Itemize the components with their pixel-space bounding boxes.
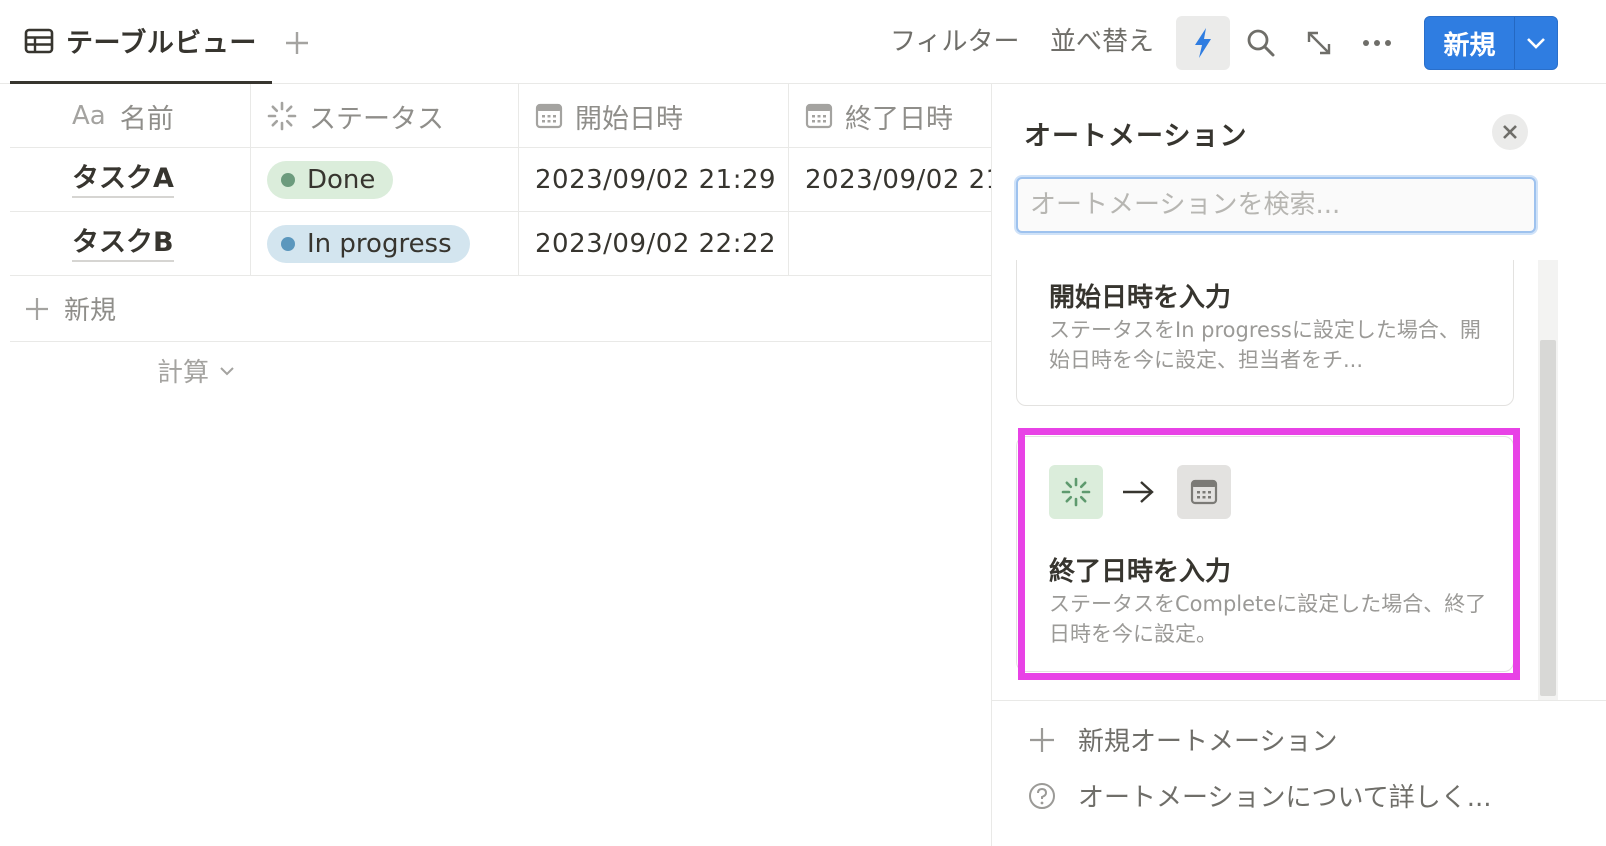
automation-list: 開始日時を入力 ステータスをIn progressに設定した場合、開始日時を今に… xyxy=(992,260,1560,704)
automation-panel: オートメーション 開始日時を入力 ステータスをIn progressに設定した場… xyxy=(991,84,1606,846)
expand-button[interactable] xyxy=(1292,16,1346,70)
chevron-down-icon xyxy=(1527,38,1545,49)
status-label: In progress xyxy=(307,229,452,259)
view-tab-label: テーブルビュー xyxy=(66,28,257,59)
calendar-icon xyxy=(805,103,833,129)
expand-icon xyxy=(1307,31,1331,55)
status-badge: Done xyxy=(267,161,394,199)
database-table: Aa 名前 ステータス 開始日時 終了日時 タスクA Done 2023/09/… xyxy=(10,84,992,276)
top-bar: テーブルビュー フィルター 並べ替え 新規 xyxy=(0,0,1606,84)
add-view-button[interactable] xyxy=(282,26,312,60)
column-header-status[interactable]: ステータス xyxy=(251,84,519,148)
automation-title: 開始日時を入力 xyxy=(1049,283,1232,313)
chevron-down-icon xyxy=(220,366,234,375)
help-icon xyxy=(1029,782,1055,809)
action-chip xyxy=(1177,465,1231,519)
trigger-chip xyxy=(1049,465,1103,519)
automation-title: 終了日時を入力 xyxy=(1049,557,1232,587)
calendar-icon xyxy=(535,103,563,129)
add-row-label: 新規 xyxy=(64,296,117,326)
close-icon xyxy=(1503,125,1517,139)
add-row-button[interactable]: 新規 xyxy=(10,276,992,342)
row-title[interactable]: タスクA xyxy=(72,162,174,198)
learn-more-link[interactable]: オートメーションについて詳しく... xyxy=(1028,777,1492,814)
plus-icon xyxy=(26,297,48,320)
search-button[interactable] xyxy=(1234,16,1288,70)
learn-more-label: オートメーションについて詳しく... xyxy=(1078,783,1492,813)
end-date-cell[interactable]: 2023/09/02 21:41 xyxy=(789,148,992,212)
more-icon xyxy=(1363,40,1391,46)
status-dot xyxy=(281,173,295,187)
panel-footer: 新規オートメーション オートメーションについて詳しく... xyxy=(992,700,1606,846)
status-icon xyxy=(1061,477,1091,507)
automation-card[interactable]: 終了日時を入力 ステータスをCompleteに設定した場合、終了日時を今に設定。 xyxy=(1016,436,1514,672)
start-date-value: 2023/09/02 21:29 xyxy=(535,165,777,195)
column-header-label: ステータス xyxy=(309,103,444,135)
table-row: タスクB In progress 2023/09/02 22:22 xyxy=(10,212,992,276)
close-panel-button[interactable] xyxy=(1492,114,1528,150)
new-dropdown-button[interactable] xyxy=(1515,17,1557,69)
automation-description: ステータスをCompleteに設定した場合、終了日時を今に設定。 xyxy=(1049,592,1487,646)
new-automation-button[interactable]: 新規オートメーション xyxy=(1028,721,1337,758)
arrow-right-icon xyxy=(1123,481,1154,503)
more-button[interactable] xyxy=(1350,16,1404,70)
plus-icon xyxy=(1030,727,1054,752)
status-dot xyxy=(281,237,295,251)
end-date-cell[interactable] xyxy=(789,212,992,276)
plus-icon xyxy=(286,32,308,54)
calculate-button[interactable]: 計算 xyxy=(157,352,235,389)
name-cell[interactable]: タスクA xyxy=(10,148,251,212)
column-header-label: 開始日時 xyxy=(575,103,683,135)
view-tab-table[interactable]: テーブルビュー xyxy=(10,0,272,84)
new-automation-label: 新規オートメーション xyxy=(1078,727,1338,757)
lightning-icon xyxy=(1195,28,1211,58)
row-title[interactable]: タスクB xyxy=(72,226,174,262)
sort-button[interactable]: 並べ替え xyxy=(1050,22,1154,62)
start-date-value: 2023/09/02 22:22 xyxy=(535,229,777,259)
start-date-cell[interactable]: 2023/09/02 21:29 xyxy=(519,148,789,212)
automation-description: ステータスをIn progressに設定した場合、開始日時を今に設定、担当者をチ… xyxy=(1049,318,1481,372)
automation-card[interactable]: 開始日時を入力 ステータスをIn progressに設定した場合、開始日時を今に… xyxy=(1016,260,1514,406)
calendar-icon xyxy=(1190,479,1218,505)
status-cell[interactable]: In progress xyxy=(251,212,519,276)
filter-button[interactable]: フィルター xyxy=(890,22,1019,62)
column-header-label: 終了日時 xyxy=(845,103,953,135)
search-icon xyxy=(1247,29,1275,57)
start-date-cell[interactable]: 2023/09/02 22:22 xyxy=(519,212,789,276)
table-header-row: Aa 名前 ステータス 開始日時 終了日時 xyxy=(10,84,992,148)
panel-title: オートメーション xyxy=(1024,121,1248,152)
table-row: タスクA Done 2023/09/02 21:29 2023/09/02 21… xyxy=(10,148,992,212)
column-header-name[interactable]: Aa 名前 xyxy=(10,84,251,148)
status-badge: In progress xyxy=(267,225,470,263)
text-type-icon: Aa xyxy=(72,101,106,131)
table-icon xyxy=(24,28,54,53)
end-date-value: 2023/09/02 21:41 xyxy=(805,165,992,195)
automation-search-input[interactable] xyxy=(1016,177,1536,233)
name-cell[interactable]: タスクB xyxy=(10,212,251,276)
status-icon xyxy=(267,101,297,131)
column-header-end[interactable]: 終了日時 xyxy=(789,84,992,148)
new-button-group: 新規 xyxy=(1424,16,1558,70)
column-header-label: 名前 xyxy=(119,103,174,135)
automation-button[interactable] xyxy=(1176,16,1230,70)
scrollbar-thumb[interactable] xyxy=(1540,340,1556,696)
panel-scrollbar[interactable] xyxy=(1538,260,1558,700)
calculate-label: 計算 xyxy=(157,358,210,388)
status-cell[interactable]: Done xyxy=(251,148,519,212)
new-button[interactable]: 新規 xyxy=(1425,17,1515,69)
column-header-start[interactable]: 開始日時 xyxy=(519,84,789,148)
status-label: Done xyxy=(307,165,376,195)
